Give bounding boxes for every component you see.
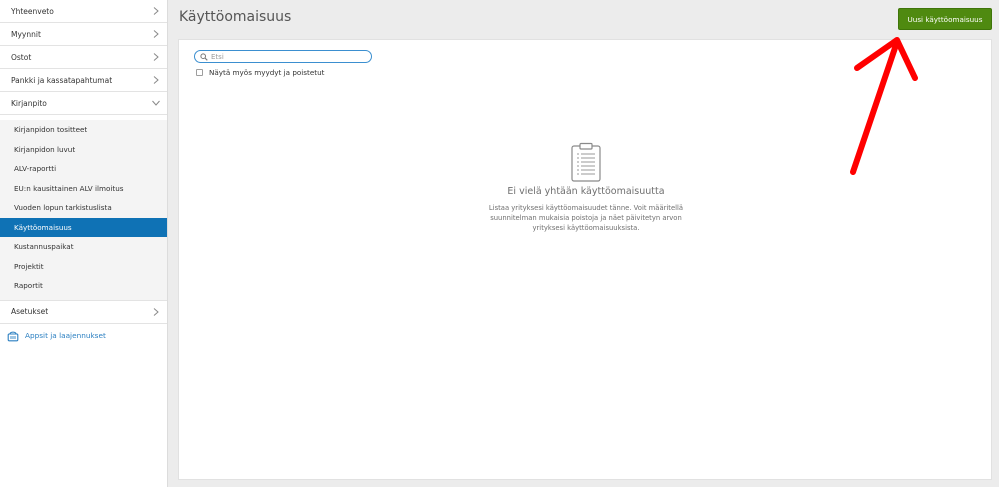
submenu-item-tarkistuslista[interactable]: Vuoden lopun tarkistuslista (0, 198, 167, 218)
show-sold-checkbox[interactable] (196, 69, 203, 76)
sidebar: Yhteenveto Myynnit Ostot Pankki ja kassa… (0, 0, 168, 487)
clipboard-icon (479, 142, 693, 182)
sidebar-item-kirjanpito[interactable]: Kirjanpito (0, 92, 167, 115)
search-box[interactable] (194, 50, 372, 63)
submenu-item-luvut[interactable]: Kirjanpidon luvut (0, 140, 167, 160)
submenu-item-eu-alv[interactable]: EU:n kausittainen ALV ilmoitus (0, 179, 167, 199)
page-title: Käyttöomaisuus (179, 9, 292, 25)
shopping-basket-icon (7, 330, 19, 342)
sidebar-item-ostot[interactable]: Ostot (0, 46, 167, 69)
chevron-down-icon (151, 98, 161, 108)
sidebar-item-label: Asetukset (11, 307, 49, 316)
sidebar-item-label: Kirjanpito (11, 98, 47, 108)
submenu-item-kayttoomaisuus[interactable]: Käyttöomaisuus (0, 217, 167, 237)
kirjanpito-submenu: Kirjanpidon tositteet Kirjanpidon luvut … (0, 120, 167, 301)
sidebar-item-label: Pankki ja kassatapahtumat (11, 75, 113, 85)
new-asset-button[interactable]: Uusi käyttöomaisuus (898, 8, 992, 30)
submenu-item-projektit[interactable]: Projektit (0, 257, 167, 277)
empty-state-description: Listaa yrityksesi käyttöomaisuudet tänne… (488, 204, 684, 232)
chevron-right-icon (151, 75, 161, 85)
submenu-item-kustannuspaikat[interactable]: Kustannuspaikat (0, 237, 167, 257)
sidebar-item-yhteenveto[interactable]: Yhteenveto (0, 0, 167, 23)
sidebar-item-label: Myynnit (11, 29, 41, 39)
sidebar-item-pankki[interactable]: Pankki ja kassatapahtumat (0, 69, 167, 92)
sidebar-item-asetukset[interactable]: Asetukset (0, 300, 167, 324)
submenu-item-alv-raportti[interactable]: ALV-raportti (0, 159, 167, 179)
empty-state: Ei vielä yhtään käyttöomaisuutta Listaa … (479, 142, 693, 233)
annotation-arrow-icon (850, 37, 918, 175)
chevron-right-icon (151, 6, 161, 16)
chevron-right-icon (151, 29, 161, 39)
show-sold-filter[interactable]: Näytä myös myydyt ja poistetut (196, 68, 324, 77)
search-icon (200, 52, 208, 61)
apps-link-label: Appsit ja laajennukset (25, 331, 106, 340)
show-sold-label: Näytä myös myydyt ja poistetut (209, 68, 325, 77)
search-input[interactable] (211, 51, 361, 62)
sidebar-item-myynnit[interactable]: Myynnit (0, 23, 167, 46)
chevron-right-icon (151, 307, 161, 317)
chevron-right-icon (151, 52, 161, 62)
empty-state-title: Ei vielä yhtään käyttöomaisuutta (507, 186, 665, 197)
sidebar-item-label: Ostot (11, 52, 32, 62)
apps-and-extensions-link[interactable]: Appsit ja laajennukset (0, 324, 167, 348)
submenu-item-tositteet[interactable]: Kirjanpidon tositteet (0, 120, 167, 140)
submenu-item-raportit[interactable]: Raportit (0, 276, 167, 296)
sidebar-item-label: Yhteenveto (11, 6, 54, 16)
